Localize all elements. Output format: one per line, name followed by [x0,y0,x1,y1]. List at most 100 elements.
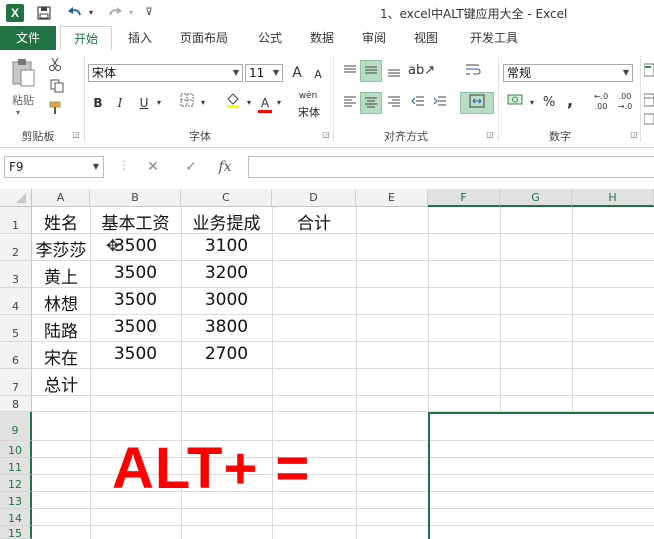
column-header-d[interactable]: D [272,189,356,207]
decrease-indent-icon[interactable] [408,92,428,114]
borders-dropdown-icon[interactable]: ▾ [198,92,208,114]
table-cell-commission[interactable]: 3200 [181,263,272,283]
paste-dropdown-icon[interactable]: ▾ [16,108,20,117]
row-header-10[interactable]: 10 [0,441,32,458]
table-cell-commission[interactable]: 3800 [181,317,272,337]
orientation-icon[interactable]: ab↗ [408,60,435,82]
confirm-entry-icon[interactable]: ✓ [180,157,202,177]
header-cell-commission[interactable]: 业务提成 [181,209,272,234]
table-cell-name[interactable]: 陆路 [32,317,90,342]
table-cell-name[interactable]: 黄上 [32,263,90,288]
column-header-b[interactable]: B [90,189,181,207]
format-painter-icon[interactable] [44,100,66,122]
cut-icon[interactable] [44,56,66,78]
tab-view[interactable]: 视图 [404,26,448,50]
table-cell-salary[interactable]: 3500 [90,317,181,337]
bold-button[interactable]: B [88,92,108,114]
row-header-4[interactable]: 4 [0,288,32,315]
align-bottom-icon[interactable] [384,62,404,84]
row-header-13[interactable]: 13 [0,492,32,509]
fill-dropdown-icon[interactable]: ▾ [244,92,254,114]
header-cell-name[interactable]: 姓名 [32,209,90,234]
font-name-select[interactable]: 宋体 ▼ [88,64,243,82]
align-center-icon[interactable] [360,92,382,114]
select-all-button[interactable] [0,189,32,207]
tab-insert[interactable]: 插入 [118,26,162,50]
redo-dropdown-icon[interactable]: ▾ [126,3,136,23]
table-cell-salary[interactable]: 3500 [90,263,181,283]
comma-style-button[interactable]: , [562,90,578,112]
conditional-format-icon[interactable] [643,62,654,84]
increase-decimal-icon[interactable]: ←.0.00 [590,92,612,114]
fill-color-icon[interactable] [222,92,244,114]
customize-qat-icon[interactable]: ⊽ [142,3,156,23]
cancel-entry-icon[interactable]: ✕ [142,157,164,177]
tab-home[interactable]: 开始 [60,26,112,50]
undo-icon[interactable] [64,3,86,23]
align-middle-icon[interactable] [360,60,382,82]
column-header-e[interactable]: E [356,189,428,207]
cell-styles-icon[interactable] [643,112,654,134]
formula-input[interactable] [248,156,654,178]
number-format-select[interactable]: 常规 ▼ [503,64,633,82]
row-header-1[interactable]: 1 [0,207,32,234]
tab-page-layout[interactable]: 页面布局 [172,26,236,50]
wrap-text-icon[interactable] [462,62,484,84]
row-header-12[interactable]: 12 [0,475,32,492]
row-header-6[interactable]: 6 [0,342,32,369]
format-table-icon[interactable] [643,92,654,114]
increase-indent-icon[interactable] [430,92,450,114]
decrease-decimal-icon[interactable]: .00 →.0 [614,92,636,114]
accounting-format-icon[interactable] [505,92,527,114]
tab-file[interactable]: 文件 [0,26,56,50]
tab-developer[interactable]: 开发工具 [462,26,526,50]
font-launcher-icon[interactable]: ◲ [322,131,330,139]
table-cell-salary[interactable]: 3500 [90,290,181,310]
number-launcher-icon[interactable]: ◲ [630,131,638,139]
table-cell-commission[interactable]: 3100 [181,236,272,256]
header-cell-total[interactable]: 合计 [272,209,356,234]
align-left-icon[interactable] [340,92,360,114]
column-header-g[interactable]: G [500,189,572,207]
font-color-dropdown-icon[interactable]: ▾ [274,92,284,114]
copy-icon[interactable] [44,78,70,100]
shrink-font-button[interactable]: A [310,64,326,86]
row-header-11[interactable]: 11 [0,458,32,475]
header-cell-base-salary[interactable]: 基本工资 [90,209,181,234]
column-header-f[interactable]: F [428,189,500,207]
row-header-2[interactable]: 2 [0,234,32,261]
insert-function-button[interactable]: fx [214,157,236,177]
alignment-launcher-icon[interactable]: ◲ [486,131,494,139]
table-cell-name[interactable]: 林想 [32,290,90,315]
table-cell-name[interactable]: 李莎莎 [32,236,90,261]
row-header-3[interactable]: 3 [0,261,32,288]
row-header-9[interactable]: 9 [0,412,32,441]
borders-icon[interactable] [176,92,198,114]
row-header-15[interactable]: 15 [0,526,32,539]
row-header-14[interactable]: 14 [0,509,32,526]
align-right-icon[interactable] [384,92,404,114]
row-header-5[interactable]: 5 [0,315,32,342]
total-label-cell[interactable]: 总计 [32,371,90,396]
italic-button[interactable]: I [110,92,130,114]
column-header-c[interactable]: C [181,189,272,207]
table-cell-commission[interactable]: 3000 [181,290,272,310]
selection-range[interactable] [428,412,654,539]
table-cell-commission[interactable]: 2700 [181,344,272,364]
align-top-icon[interactable] [340,62,360,84]
grow-font-button[interactable]: A [288,62,306,84]
table-cell-salary[interactable]: 3500 [90,236,181,256]
table-cell-salary[interactable]: 3500 [90,344,181,364]
underline-button[interactable]: U [134,92,154,114]
tab-formulas[interactable]: 公式 [248,26,292,50]
name-box[interactable]: F9 ▼ [4,156,104,178]
undo-dropdown-icon[interactable]: ▾ [86,3,96,23]
clipboard-launcher-icon[interactable]: ◲ [72,131,80,139]
row-header-7[interactable]: 7 [0,369,32,396]
column-header-a[interactable]: A [32,189,90,207]
column-header-h[interactable]: H [572,189,654,207]
underline-dropdown-icon[interactable]: ▾ [154,92,164,114]
accounting-dropdown-icon[interactable]: ▾ [527,92,537,114]
table-cell-name[interactable]: 宋在 [32,344,90,369]
percent-style-button[interactable]: % [540,92,558,114]
